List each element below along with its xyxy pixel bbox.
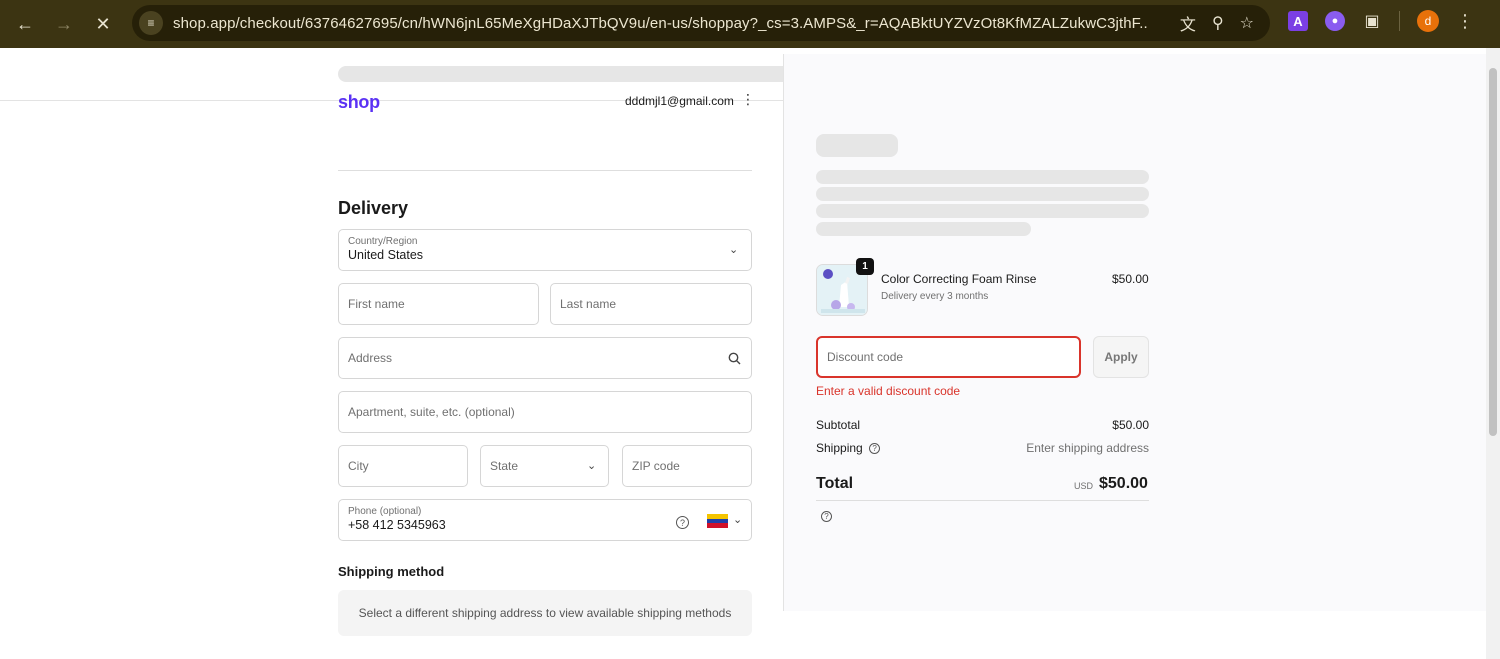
bookmark-star-icon[interactable]: ☆ bbox=[1240, 13, 1254, 33]
subtotal-value: $50.00 bbox=[1112, 418, 1149, 432]
chevron-down-icon: ⌄ bbox=[733, 514, 743, 526]
help-icon[interactable]: ? bbox=[676, 514, 689, 532]
apartment-placeholder: Apartment, suite, etc. (optional) bbox=[348, 405, 515, 419]
page-scrollbar[interactable] bbox=[1486, 48, 1500, 659]
extensions-puzzle-icon[interactable]: ▣ bbox=[1362, 11, 1382, 31]
apartment-field[interactable]: Apartment, suite, etc. (optional) bbox=[338, 391, 752, 433]
first-name-placeholder: First name bbox=[348, 297, 405, 311]
account-email: dddmjl1@gmail.com bbox=[625, 94, 734, 108]
state-placeholder: State bbox=[490, 459, 519, 473]
loading-skeleton-title bbox=[816, 134, 898, 157]
shipping-method-heading: Shipping method bbox=[338, 564, 445, 579]
loading-skeleton-line bbox=[816, 170, 1149, 184]
product-name: Color Correcting Foam Rinse bbox=[881, 272, 1037, 286]
phone-value: +58 412 5345963 bbox=[348, 518, 446, 532]
country-select[interactable]: Country/Region United States ⌄ bbox=[338, 229, 752, 271]
extension-a-icon[interactable]: A bbox=[1288, 11, 1308, 31]
extension-plugin-icon[interactable]: ● bbox=[1325, 11, 1345, 31]
discount-code-placeholder: Discount code bbox=[827, 350, 904, 364]
search-icon bbox=[728, 352, 741, 365]
forward-icon[interactable]: → bbox=[50, 10, 78, 38]
city-placeholder: City bbox=[348, 459, 369, 473]
item-quantity-badge: 1 bbox=[856, 258, 874, 275]
phone-field[interactable]: Phone (optional) +58 412 5345963 ? ⌄ bbox=[338, 499, 752, 541]
header-divider bbox=[338, 170, 752, 171]
shipping-label: Shipping bbox=[816, 441, 863, 455]
shop-logo[interactable]: shop bbox=[338, 92, 380, 113]
last-name-placeholder: Last name bbox=[560, 297, 617, 311]
shipping-value: Enter shipping address bbox=[1026, 441, 1149, 455]
total-divider bbox=[816, 500, 1149, 501]
subtotal-label: Subtotal bbox=[816, 418, 861, 432]
first-name-field[interactable]: First name bbox=[338, 283, 539, 325]
state-select[interactable]: State ⌄ bbox=[480, 445, 609, 487]
address-bar[interactable]: ≡ shop.app/checkout/63764627695/cn/hWN6j… bbox=[132, 5, 1270, 41]
scrollbar-thumb[interactable] bbox=[1489, 68, 1497, 436]
phone-label: Phone (optional) bbox=[348, 506, 422, 517]
browser-menu-icon[interactable]: ⋮ bbox=[1456, 11, 1474, 32]
address-field[interactable]: Address bbox=[338, 337, 752, 379]
stop-loading-icon[interactable]: ✕ bbox=[89, 10, 117, 38]
browser-toolbar: ← → ✕ ≡ shop.app/checkout/63764627695/cn… bbox=[0, 0, 1500, 48]
total-value: $50.00 bbox=[1099, 475, 1148, 492]
loading-skeleton-line bbox=[816, 204, 1149, 218]
product-delivery-frequency: Delivery every 3 months bbox=[881, 291, 989, 302]
city-field[interactable]: City bbox=[338, 445, 468, 487]
taxes-help-icon[interactable]: ? bbox=[821, 508, 832, 526]
discount-code-input[interactable]: Discount code bbox=[816, 336, 1081, 378]
discount-error-message: Enter a valid discount code bbox=[816, 384, 961, 398]
site-info-icon[interactable]: ≡ bbox=[139, 11, 163, 35]
shipping-help-icon[interactable]: ? bbox=[866, 441, 881, 455]
last-name-field[interactable]: Last name bbox=[550, 283, 752, 325]
back-icon[interactable]: ← bbox=[11, 10, 39, 38]
chevron-down-icon: ⌄ bbox=[729, 244, 739, 256]
product-price: $50.00 bbox=[1112, 272, 1149, 286]
zoom-icon[interactable]: ⚲ bbox=[1212, 13, 1224, 33]
profile-avatar[interactable]: d bbox=[1417, 10, 1439, 32]
total-label: Total bbox=[816, 475, 854, 492]
address-placeholder: Address bbox=[348, 351, 393, 365]
zip-placeholder: ZIP code bbox=[632, 459, 680, 473]
delivery-heading: Delivery bbox=[338, 198, 409, 218]
toolbar-divider bbox=[1399, 11, 1400, 31]
venezuela-flag-icon[interactable] bbox=[707, 514, 728, 528]
loading-skeleton-line bbox=[816, 222, 1031, 236]
apply-discount-button[interactable]: Apply bbox=[1093, 336, 1149, 378]
shipping-method-notice: Select a different shipping address to v… bbox=[338, 590, 752, 636]
account-menu-icon[interactable]: ⋮ bbox=[741, 92, 755, 106]
total-currency: USD bbox=[1074, 481, 1094, 491]
zip-field[interactable]: ZIP code bbox=[622, 445, 752, 487]
country-label: Country/Region bbox=[348, 236, 418, 247]
shipping-row: Shipping ? bbox=[816, 441, 881, 455]
chevron-down-icon: ⌄ bbox=[587, 460, 597, 472]
loading-skeleton-line bbox=[816, 187, 1149, 201]
country-value: United States bbox=[348, 248, 424, 262]
translate-icon[interactable]: 文 bbox=[1180, 11, 1196, 35]
url-text[interactable]: shop.app/checkout/63764627695/cn/hWN6jnL… bbox=[173, 15, 1148, 32]
